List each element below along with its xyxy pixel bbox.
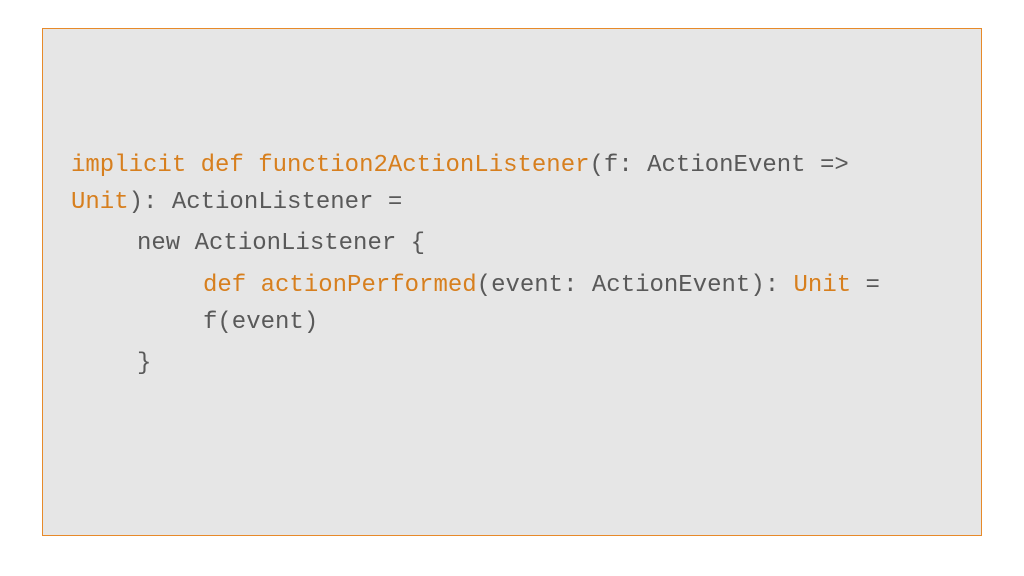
code-line-1: implicit def function2ActionListener(f: …	[71, 147, 953, 184]
code-signature: implicit def function2ActionListener(f: …	[71, 147, 953, 221]
keyword-def: def	[203, 272, 246, 299]
type-unit: Unit	[794, 272, 852, 299]
code-line-2: Unit): ActionListener =	[71, 184, 953, 221]
code-line-3: new ActionListener {	[71, 225, 953, 262]
code-block: implicit def function2ActionListener(f: …	[42, 28, 982, 536]
code-line-5: f(event)	[71, 304, 953, 341]
function-name: function2ActionListener	[258, 152, 589, 179]
method-name: actionPerformed	[261, 272, 477, 299]
anon-class-open: new ActionListener {	[137, 230, 425, 257]
code-line-6: }	[71, 345, 953, 382]
param-list-start: (f: ActionEvent =>	[590, 152, 864, 179]
code-line-4: def actionPerformed(event: ActionEvent):…	[71, 267, 953, 304]
method-def: def actionPerformed(event: ActionEvent):…	[71, 267, 953, 341]
return-type: ): ActionListener =	[129, 189, 403, 216]
method-body: f(event)	[203, 309, 318, 336]
anon-class-close: }	[137, 350, 151, 377]
keyword-implicit: implicit	[71, 152, 186, 179]
keyword-def: def	[201, 152, 244, 179]
type-unit: Unit	[71, 189, 129, 216]
method-params: (event: ActionEvent):	[477, 272, 794, 299]
